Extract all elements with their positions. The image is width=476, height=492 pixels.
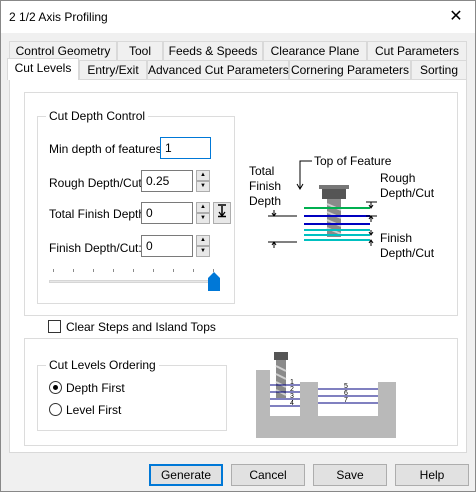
diagram-total-finish-text: Total [249,164,274,178]
spin-up-icon[interactable]: ▲ [196,235,210,246]
svg-text:Depth: Depth [249,194,281,208]
level-2-text: 2 [290,386,294,393]
spin-down-icon[interactable]: ▼ [196,181,210,192]
dialog-window: 2 1/2 Axis Profiling ✕ Control Geometry … [0,0,476,492]
finish-depth-spinner[interactable]: ▲ ▼ [196,235,210,257]
finish-depth-input[interactable]: 0 [141,235,193,257]
window-title: 2 1/2 Axis Profiling [9,10,108,24]
level-4-text: 4 [290,400,294,407]
ordering-diagram: 1 2 3 4 5 6 7 [256,352,396,438]
level-first-radio[interactable] [49,403,62,416]
cancel-button[interactable]: Cancel [231,464,305,486]
rough-depth-input[interactable]: 0.25 [141,170,193,192]
svg-text:Depth/Cut: Depth/Cut [380,186,435,200]
slider-tick [93,269,94,272]
total-finish-depth-label: Total Finish Depth: [49,207,149,221]
title-bar: 2 1/2 Axis Profiling ✕ [1,1,475,33]
level-first-label[interactable]: Level First [66,403,121,417]
tab-tool[interactable]: Tool [117,41,163,61]
save-button[interactable]: Save [313,464,387,486]
level-1-text: 1 [290,379,294,386]
min-depth-input[interactable]: 1 [160,137,211,159]
slider-tick [173,269,174,272]
level-6-text: 6 [344,390,348,397]
slider-track[interactable] [49,280,219,283]
ordering-group-label: Cut Levels Ordering [46,358,159,372]
slider-tick [73,269,74,272]
min-depth-label: Min depth of features: [49,142,166,156]
slider-tick [53,269,54,272]
tab-panel: Cut Depth Control Min depth of features:… [9,79,467,453]
diagram-finish-depth-text: Finish [380,231,412,245]
rough-depth-label: Rough Depth/Cut: [49,176,146,190]
tab-clearance-plane[interactable]: Clearance Plane [263,41,367,61]
spin-down-icon[interactable]: ▼ [196,213,210,224]
depth-arrow-button[interactable] [213,202,231,224]
level-5-text: 5 [344,383,348,390]
level-3-text: 3 [290,393,294,400]
down-arrow-bar-icon [218,204,226,218]
slider-tick [113,269,114,272]
cut-depth-control-group: Cut Depth Control Min depth of features:… [37,109,235,304]
tab-feeds-speeds[interactable]: Feeds & Speeds [163,41,263,61]
total-finish-spinner[interactable]: ▲ ▼ [196,202,210,224]
depth-first-label[interactable]: Depth First [66,381,125,395]
depth-first-radio[interactable] [49,381,62,394]
clear-steps-checkbox[interactable] [48,320,61,333]
tab-cut-parameters[interactable]: Cut Parameters [367,41,467,61]
cut-depth-diagram: Total Finish Depth Top of Feature Rough … [249,154,435,260]
spin-up-icon[interactable]: ▲ [196,202,210,213]
rough-depth-spinner[interactable]: ▲ ▼ [196,170,210,192]
slider-tick [133,269,134,272]
diagram-top-of-feature-text: Top of Feature [314,154,392,168]
tab-cut-levels[interactable]: Cut Levels [7,58,79,80]
cut-levels-ordering-group: Cut Levels Ordering Depth First Level Fi… [37,358,227,431]
cut-depth-group-label: Cut Depth Control [46,109,149,123]
tab-sorting[interactable]: Sorting [411,60,467,80]
diagram-rough-depth-text: Rough [380,171,415,185]
tab-entry-exit[interactable]: Entry/Exit [79,60,147,80]
generate-button[interactable]: Generate [149,464,223,486]
level-7-text: 7 [344,397,348,404]
help-button[interactable]: Help [395,464,469,486]
close-icon[interactable]: ✕ [445,6,467,28]
clear-steps-label[interactable]: Clear Steps and Island Tops [66,320,216,334]
slider-tick [193,269,194,272]
total-finish-depth-input[interactable]: 0 [141,202,193,224]
slider-thumb[interactable] [208,272,220,291]
tab-cornering-parameters[interactable]: Cornering Parameters [289,60,411,80]
tab-advanced-cut-parameters[interactable]: Advanced Cut Parameters [147,60,289,80]
svg-text:Finish: Finish [249,179,281,193]
finish-depth-label: Finish Depth/Cut: [49,241,142,255]
spin-down-icon[interactable]: ▼ [196,246,210,257]
slider-tick [153,269,154,272]
spin-up-icon[interactable]: ▲ [196,170,210,181]
svg-text:Depth/Cut: Depth/Cut [380,246,435,260]
